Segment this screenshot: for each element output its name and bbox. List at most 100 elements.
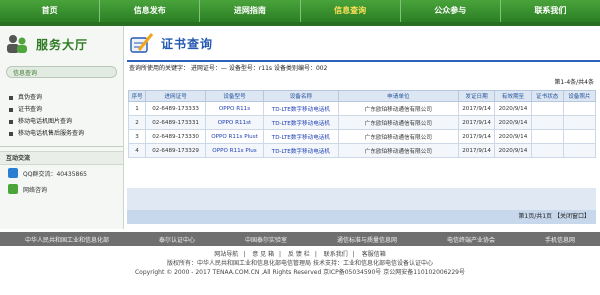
footer-link-suggestion[interactable]: 意 见 箱: [252, 251, 274, 258]
online-consult-link[interactable]: 网络咨询: [0, 181, 123, 197]
sidebar-tab-info-query[interactable]: 信息查询: [6, 66, 117, 78]
people-icon: [6, 33, 28, 55]
partner-link-standards[interactable]: 通信标准与质量信息网: [337, 235, 397, 244]
service-hall-header: 服务大厅: [0, 26, 123, 62]
table-row: 2 02-6489-173331 OPPO R11st TD-LTE数字移动电话…: [127, 115, 597, 130]
footer-copyright-owner: 版权所有：中华人民共和国工业和信息化部电信管理局 技术支持：工业和信息化部电信设…: [167, 260, 433, 267]
cell-photo: [562, 101, 597, 116]
cell-cert-number: 02-6489-173330: [145, 129, 207, 144]
bullet-icon: [9, 120, 13, 124]
sidebar-item-after-sales[interactable]: 移动电话机售后服务查询: [9, 128, 123, 140]
sidebar-item-authenticity[interactable]: 真伪查询: [9, 92, 123, 104]
partner-link-miit[interactable]: 中华人民共和国工业和信息化部: [25, 235, 109, 244]
cell-cert-number: 02-6489-173333: [145, 101, 207, 116]
qq-label: QQ群交流：40435865: [23, 170, 87, 178]
footer-links: 网站导航 | 意 见 箱 | 反 馈 栏 | 联系我们 | 客服信箱: [214, 251, 386, 258]
table-row: 3 02-6489-173330 OPPO R11s Plust TD-LTE数…: [127, 129, 597, 144]
footer-copyright: Copyright © 2000 - 2017 TENAA.COM.CN ,Al…: [134, 269, 465, 276]
cell-model-link[interactable]: OPPO R11s: [205, 101, 264, 116]
cell-issue-date: 2017/9/14: [457, 143, 496, 158]
sidebar-item-phone-images[interactable]: 移动电话机图片查询: [9, 116, 123, 128]
cell-model-link[interactable]: OPPO R11s Plus: [205, 143, 264, 158]
qq-icon: [8, 168, 18, 178]
sidebar-item-label: 证书查询: [18, 106, 43, 113]
nav-contact[interactable]: 联系我们: [501, 0, 600, 22]
col-cert-number: 进网证号: [145, 90, 207, 102]
col-index: 序号: [127, 90, 147, 102]
sidebar-item-certificate[interactable]: 证书查询: [9, 104, 123, 116]
cell-model-link[interactable]: OPPO R11s Plust: [205, 129, 264, 144]
sidebar-item-label: 移动电话机图片查询: [18, 118, 73, 125]
sidebar: 服务大厅 信息查询 真伪查询 证书查询 移动电话机图片查询 移动电话机售后服务查…: [0, 26, 124, 229]
cell-photo: [562, 143, 597, 158]
certificate-table: 序号 进网证号 设备型号 设备名称 申请单位 发证日期 有效期至 证书状态 设备…: [127, 90, 597, 158]
cell-valid-until: 2020/9/14: [494, 115, 532, 130]
cell-cert-number: 02-6489-173331: [145, 115, 207, 130]
footer-link-service-mail[interactable]: 客服信箱: [362, 251, 386, 258]
partner-link-terminal-assoc[interactable]: 电信终端产业协会: [447, 235, 495, 244]
pager-page-info: 第1页/共1页: [518, 213, 553, 220]
pager-summary-top: 第1-4条/共4条: [554, 79, 594, 86]
partner-link-mobile-info[interactable]: 手机信息网: [545, 235, 575, 244]
cell-device-name-link[interactable]: TD-LTE数字移动电话机: [262, 101, 339, 116]
pager-bottom: 第1页/共1页 【关闭窗口】: [127, 210, 596, 224]
top-nav: 首页 信息发布 进网指南 信息查询 公众参与 联系我们: [0, 0, 600, 22]
cell-cert-number: 02-6489-173329: [145, 143, 207, 158]
cell-valid-until: 2020/9/14: [494, 129, 532, 144]
table-empty-area: [127, 188, 596, 210]
col-photo: 设备照片: [562, 90, 597, 102]
bullet-icon: [9, 96, 13, 100]
cell-issue-date: 2017/9/14: [457, 101, 496, 116]
nav-info-query[interactable]: 信息查询: [301, 0, 401, 22]
sidebar-item-label: 移动电话机售后服务查询: [18, 130, 85, 137]
cell-index: 2: [127, 115, 147, 130]
cell-model-link[interactable]: OPPO R11st: [205, 115, 264, 130]
cell-status: [530, 101, 564, 116]
cell-photo: [562, 115, 597, 130]
close-window-link[interactable]: 【关闭窗口】: [554, 213, 590, 220]
query-keywords: 查询所使用的关键字： 进网证号：— 设备型号：r11s 设备类别编号：002: [129, 65, 328, 72]
online-label: 网络咨询: [23, 186, 48, 194]
qq-group-link[interactable]: QQ群交流：40435865: [0, 165, 123, 181]
cell-status: [530, 129, 564, 144]
partner-links-bar: 中华人民共和国工业和信息化部 泰尔认证中心 中国泰尔实验室 通信标准与质量信息网…: [0, 232, 600, 246]
main-header: 证书查询: [127, 26, 600, 62]
footer-link-contact[interactable]: 联系我们: [324, 251, 348, 258]
partner-link-tenaa-cert[interactable]: 泰尔认证中心: [159, 235, 195, 244]
cell-status: [530, 143, 564, 158]
pen-paper-icon: [129, 30, 155, 56]
table-header: 序号 进网证号 设备型号 设备名称 申请单位 发证日期 有效期至 证书状态 设备…: [127, 90, 597, 102]
cell-photo: [562, 129, 597, 144]
cell-device-name-link[interactable]: TD-LTE数字移动电话机: [262, 143, 339, 158]
interaction-title: 互动交流: [0, 151, 123, 165]
nav-info-release[interactable]: 信息发布: [100, 0, 201, 22]
col-issue-date: 发证日期: [457, 90, 496, 102]
nav-network-guide[interactable]: 进网指南: [200, 0, 301, 22]
main-content: 证书查询 查询所使用的关键字： 进网证号：— 设备型号：r11s 设备类别编号：…: [127, 26, 600, 229]
cell-applicant: 广东欧珀移动通信有限公司: [337, 101, 459, 116]
partner-link-tenaa-lab[interactable]: 中国泰尔实验室: [245, 235, 287, 244]
col-applicant: 申请单位: [337, 90, 459, 102]
nav-home[interactable]: 首页: [0, 0, 101, 22]
nav-public[interactable]: 公众参与: [401, 0, 501, 22]
footer: 网站导航 | 意 见 箱 | 反 馈 栏 | 联系我们 | 客服信箱 版权所有：中华人民…: [0, 250, 600, 295]
footer-link-sitemap[interactable]: 网站导航: [214, 251, 238, 258]
cell-index: 4: [127, 143, 147, 158]
table-row: 1 02-6489-173333 OPPO R11s TD-LTE数字移动电话机…: [127, 101, 597, 116]
cell-device-name-link[interactable]: TD-LTE数字移动电话机: [262, 129, 339, 144]
cell-status: [530, 115, 564, 130]
cell-index: 3: [127, 129, 147, 144]
footer-link-feedback[interactable]: 反 馈 栏: [288, 251, 310, 258]
cell-applicant: 广东欧珀移动通信有限公司: [337, 115, 459, 130]
cell-valid-until: 2020/9/14: [494, 101, 532, 116]
bullet-icon: [9, 132, 13, 136]
cell-device-name-link[interactable]: TD-LTE数字移动电话机: [262, 115, 339, 130]
service-hall-title: 服务大厅: [36, 37, 89, 52]
cell-issue-date: 2017/9/14: [457, 115, 496, 130]
col-device-name: 设备名称: [262, 90, 339, 102]
cell-valid-until: 2020/9/14: [494, 143, 532, 158]
bullet-icon: [9, 108, 13, 112]
col-status: 证书状态: [530, 90, 564, 102]
cell-applicant: 广东欧珀移动通信有限公司: [337, 129, 459, 144]
sidebar-item-label: 真伪查询: [18, 94, 43, 101]
